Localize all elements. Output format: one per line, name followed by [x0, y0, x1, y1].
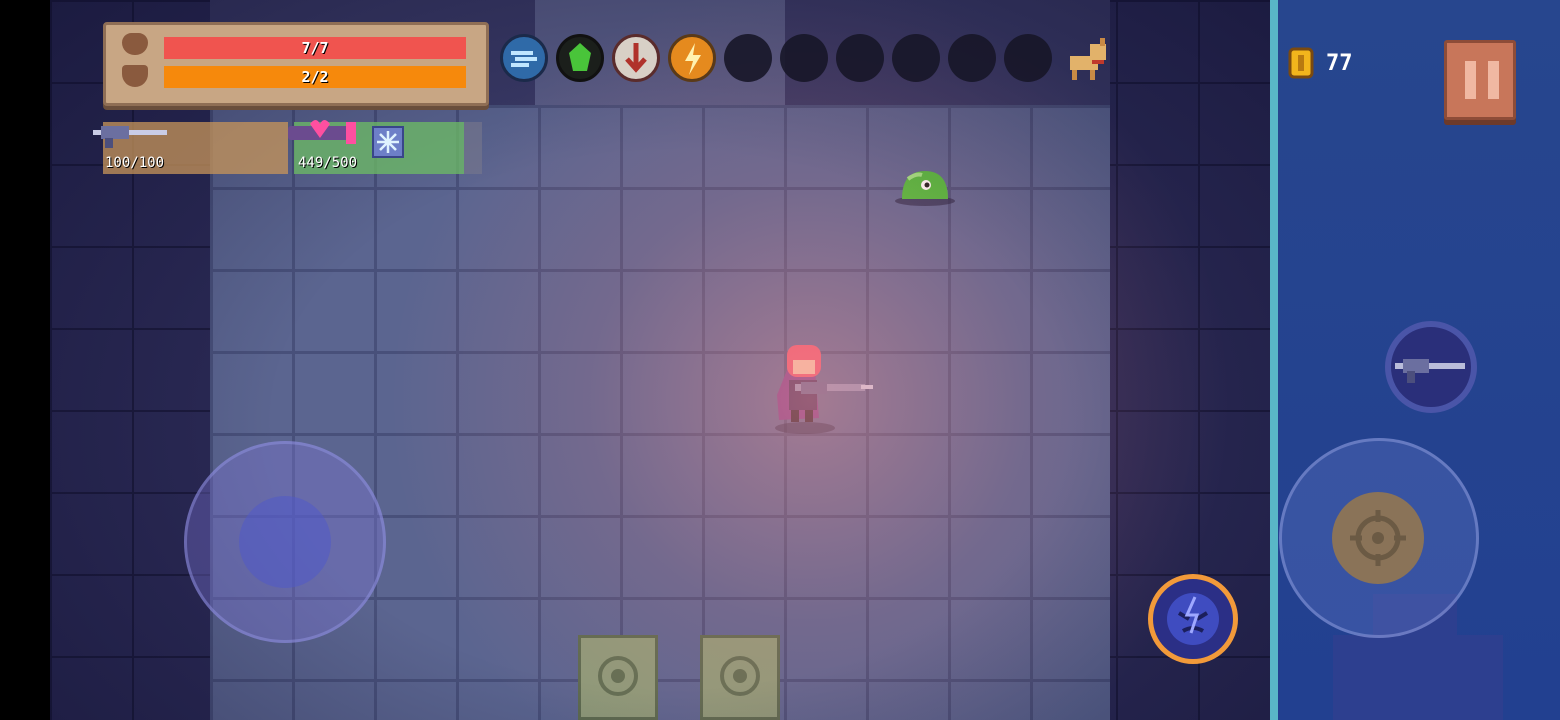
- armor-text: 2/2: [301, 68, 329, 86]
- dungeon-room: [50, 0, 1270, 720]
- crate: [578, 635, 658, 720]
- heart-icon: [122, 33, 148, 55]
- dog-pet-icon: [1070, 38, 1106, 80]
- joystick-knob[interactable]: [239, 496, 331, 588]
- pause-button[interactable]: [1444, 40, 1516, 120]
- empty-buff-slot: [836, 34, 884, 82]
- crosshair-icon: [1350, 510, 1406, 566]
- down-arrow-buff-icon: [612, 34, 660, 82]
- crate-emblem-icon: [720, 656, 760, 696]
- gem-buff-icon: [556, 34, 604, 82]
- health-text: 7/7: [301, 39, 329, 57]
- empty-buff-slot: [892, 34, 940, 82]
- empty-buff-slot: [780, 34, 828, 82]
- primary-ammo: 100/100: [105, 155, 165, 171]
- coin-counter: 77: [1288, 46, 1353, 80]
- secondary-ammo: 449/500: [298, 155, 358, 171]
- coin-count: 77: [1326, 50, 1353, 76]
- health-bar: 7/7: [164, 37, 466, 59]
- green-slime-enemy: [895, 171, 955, 206]
- demon-face-icon: [1167, 593, 1219, 645]
- sniper-rifle-icon: [1395, 359, 1465, 383]
- pause-icon: [1465, 61, 1499, 99]
- coin-icon: [1288, 47, 1314, 79]
- armor-icon: [122, 65, 148, 87]
- crate: [700, 635, 780, 720]
- empty-buff-slot: [1004, 34, 1052, 82]
- crate-emblem-icon: [598, 656, 638, 696]
- skill-button[interactable]: [1148, 574, 1238, 664]
- lightning-buff-icon: [668, 34, 716, 82]
- sniper-rifle-icon: [93, 126, 167, 148]
- wind-buff-icon: [500, 34, 548, 82]
- weapon-slot-primary[interactable]: 100/100: [93, 122, 288, 174]
- floor-tiles: [210, 105, 1110, 720]
- empty-buff-slot: [724, 34, 772, 82]
- attack-joystick[interactable]: [1279, 438, 1479, 638]
- armor-bar: 2/2: [164, 66, 466, 88]
- pillar: [1333, 635, 1503, 720]
- empty-buff-slot: [948, 34, 996, 82]
- weapon-slot-secondary[interactable]: 449/500: [288, 120, 464, 174]
- stats-panel: 7/7 2/2: [103, 22, 489, 106]
- attack-joystick-knob[interactable]: [1332, 492, 1424, 584]
- frost-buff-icon: [372, 126, 404, 158]
- weapon-slot-extra: [464, 122, 482, 174]
- player-character: [775, 345, 873, 434]
- move-joystick[interactable]: [184, 441, 386, 643]
- weapon-swap-button[interactable]: [1385, 321, 1477, 413]
- heart-blaster-icon: [288, 120, 356, 144]
